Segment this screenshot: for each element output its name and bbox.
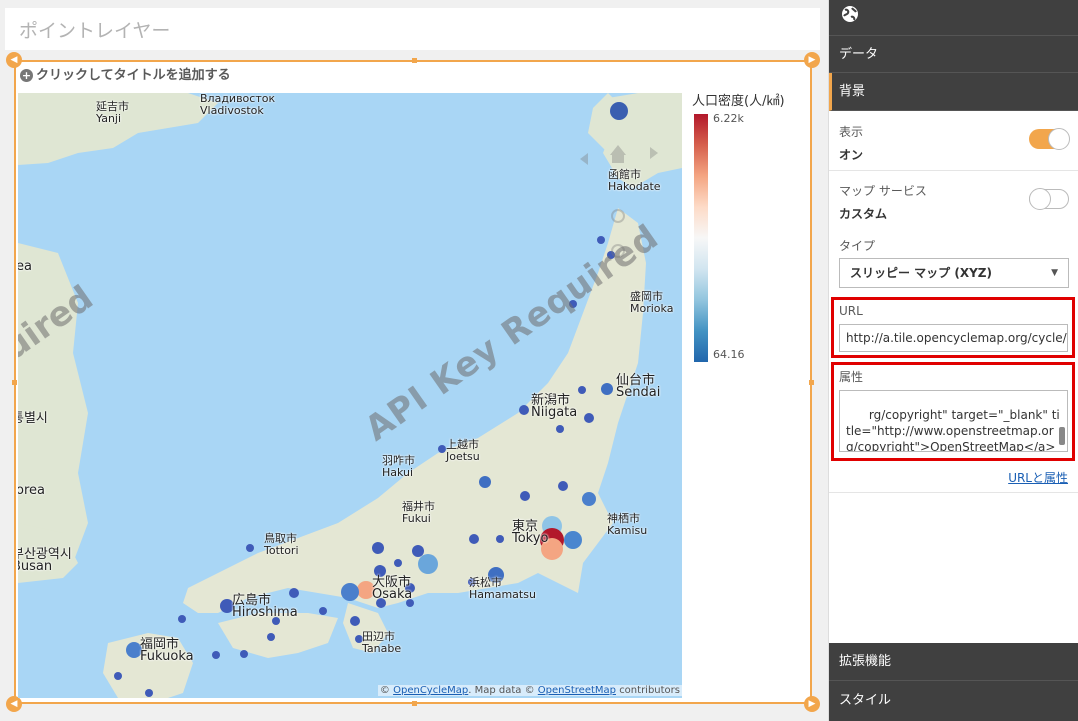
map-service-toggle[interactable] [1029, 188, 1069, 210]
resize-handle-top[interactable] [412, 58, 417, 63]
map-label-hamamatsu: 浜松市 Hamamatsu [469, 576, 536, 601]
resize-handle-left[interactable] [12, 380, 17, 385]
display-label: 表示 [839, 125, 864, 139]
type-dropdown[interactable]: スリッピー マップ (XYZ) ▼ [839, 258, 1069, 288]
section-style[interactable]: スタイル [829, 681, 1078, 721]
url-and-attribution-link[interactable]: URLと属性 [1008, 469, 1068, 486]
toggle-knob [1029, 188, 1051, 210]
map-service-value: カスタム [839, 207, 888, 221]
map-attribution: © OpenCycleMap. Map data © OpenStreetMap… [377, 685, 682, 696]
app-root: ポイントレイヤー ◀ ▶ ◀ ▶ + クリックしてタイトルを追加する API K… [0, 0, 1078, 721]
map-background [18, 93, 682, 698]
properties-panel: データ 背景 表示 オン マップ サービス カスタム タイプ スリッピー マップ… [828, 0, 1078, 721]
map-label-korea: orea [18, 483, 45, 498]
resize-handle-right[interactable] [809, 380, 814, 385]
add-title-label: クリックしてタイトルを追加する [36, 68, 231, 83]
url-label: URL [839, 304, 863, 318]
type-dropdown-value: スリッピー マップ (XYZ) [850, 266, 992, 280]
toggle-knob [1048, 128, 1070, 150]
resize-handle-top-right[interactable]: ▶ [804, 52, 820, 68]
legend-gradient-bar [694, 114, 708, 362]
plus-circle-icon: + [20, 69, 33, 82]
panel-header [829, 0, 1078, 36]
textarea-scrollbar[interactable] [1059, 427, 1065, 445]
map-label-sea: ea [18, 259, 32, 274]
legend-max-label: 6.22k [713, 112, 744, 125]
map-label-yanji: 延吉市 Yanji [96, 100, 129, 125]
map-visualization[interactable]: ◀ ▶ ◀ ▶ + クリックしてタイトルを追加する API Key Requir… [6, 52, 820, 712]
resize-handle-bottom[interactable] [412, 701, 417, 706]
legend-min-label: 64.16 [713, 348, 745, 361]
color-legend: 人口密度(人/㎢) 6.22k 64.16 [692, 90, 812, 362]
map-label-morioka: 盛岡市 Morioka [630, 290, 674, 315]
map-label-osaka: 大阪市 Osaka [372, 575, 413, 602]
map-label-tanabe: 田辺市 Tanabe [362, 630, 402, 655]
map-label-vladivostok: Владивосток Vladivostok [200, 93, 276, 117]
map-label-kamisu: 神栖市 Kamisu [607, 512, 648, 537]
divider [829, 492, 1078, 493]
attribution-textarea-text: rg/copyright" target="_blank" title="htt… [846, 408, 1060, 452]
globe-icon [842, 6, 858, 22]
map-canvas[interactable]: API Key Required uired 延吉市 Yanji Владивос… [18, 93, 682, 698]
add-title-prompt[interactable]: + クリックしてタイトルを追加する [20, 64, 231, 83]
sheet-editor: ポイントレイヤー ◀ ▶ ◀ ▶ + クリックしてタイトルを追加する API K… [0, 0, 828, 721]
type-label: タイプ [839, 239, 876, 253]
url-input[interactable]: http://a.tile.opencyclemap.org/cycle/$ [839, 324, 1068, 352]
map-service-label: マップ サービス [839, 184, 927, 198]
sheet-title[interactable]: ポイントレイヤー [5, 8, 820, 50]
section-background[interactable]: 背景 [829, 73, 1078, 111]
display-value: オン [839, 148, 864, 162]
map-label-joetsu: 上越市 Joetsu [446, 438, 480, 463]
resize-handle-bottom-right[interactable]: ▶ [804, 696, 820, 712]
map-label-sendai: 仙台市 Sendai [616, 373, 661, 400]
map-label-fukui: 福井市 Fukui [402, 500, 435, 525]
caret-down-icon: ▼ [1051, 268, 1058, 278]
openstreetmap-link[interactable]: OpenStreetMap [538, 685, 616, 696]
resize-handle-bottom-left[interactable]: ◀ [6, 696, 22, 712]
display-toggle[interactable] [1029, 128, 1070, 150]
map-label-hakui: 羽咋市 Hakui [382, 454, 415, 479]
attribution-textarea[interactable]: rg/copyright" target="_blank" title="htt… [839, 390, 1068, 452]
map-label-niigata: 新潟市 Niigata [531, 393, 578, 420]
section-data[interactable]: データ [829, 36, 1078, 73]
map-label-busan: 부산광역시Busan [18, 547, 72, 574]
attribution-label: 属性 [839, 370, 864, 384]
map-label-fukuoka: 福岡市 Fukuoka [140, 637, 194, 664]
section-extensions[interactable]: 拡張機能 [829, 643, 1078, 681]
legend-title: 人口密度(人/㎢) [692, 94, 785, 109]
divider [829, 170, 1078, 171]
map-label-hiroshima: 広島市 Hiroshima [232, 593, 298, 620]
map-label-hakodate: 函館市 Hakodate [608, 168, 661, 193]
opencyclemap-link[interactable]: OpenCycleMap [393, 685, 468, 696]
map-label-seoul-fragment: 통별시 [18, 411, 48, 426]
map-label-tokyo: 東京 Tokyo [512, 519, 549, 546]
map-label-tottori: 鳥取市 Tottori [264, 532, 299, 557]
